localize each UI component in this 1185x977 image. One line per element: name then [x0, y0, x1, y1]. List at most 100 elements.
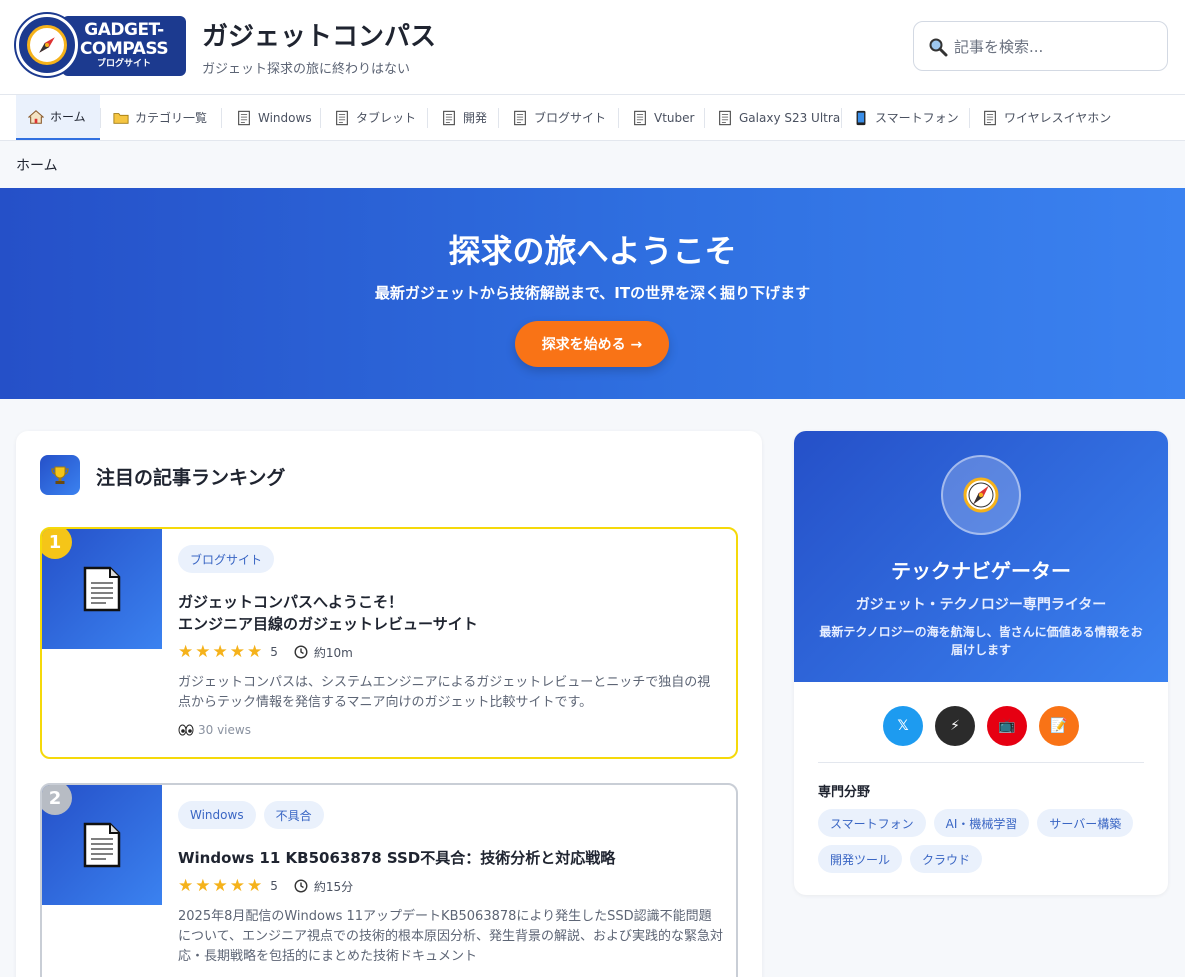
nav-item-windows[interactable]: Windows: [236, 95, 312, 140]
ranking-title: 注目の記事ランキング: [96, 467, 286, 489]
social-glyph: ⚡: [950, 718, 960, 734]
nav-item-wireless-earphones[interactable]: ワイヤレスイヤホン: [982, 95, 1111, 140]
view-count: 30 views: [178, 723, 723, 737]
rating-value: 5: [270, 879, 278, 893]
ranking-section: 注目の記事ランキング 1 ブログサイト ガジェットコンパスへようこそ！ エンジニ…: [16, 431, 762, 977]
expertise-tag[interactable]: サーバー構築: [1037, 809, 1134, 837]
nav-label: Vtuber: [654, 110, 695, 125]
search-box[interactable]: [913, 21, 1168, 71]
phone-icon: [856, 110, 866, 125]
article-tag[interactable]: ブログサイト: [178, 545, 275, 573]
nav-label: タブレット: [356, 111, 417, 125]
author-description: 最新テクノロジーの海を航海し、皆さんに価値ある情報をお届けします: [819, 625, 1143, 657]
nav-label: ワイヤレスイヤホン: [1004, 111, 1112, 125]
nav-item-smartphone[interactable]: スマートフォン: [853, 95, 959, 140]
avatar: [941, 455, 1021, 535]
star-rating: ★★★★★: [178, 876, 265, 896]
site-logo[interactable]: GADGET- COMPASS ブログサイト: [16, 14, 186, 76]
compass-icon: [16, 14, 78, 76]
article-title-line2: エンジニア目線のガジェットレビューサイト: [178, 615, 478, 633]
hero-title: 探求の旅へようこそ: [448, 232, 737, 270]
compass-icon: [963, 477, 999, 513]
house-icon: [28, 109, 44, 124]
nav-item-home[interactable]: ホーム: [16, 95, 100, 140]
breadcrumb[interactable]: ホーム: [16, 155, 58, 175]
social-glyph: 📺: [998, 718, 1016, 734]
document-icon: [984, 110, 996, 125]
logo-badge: GADGET- COMPASS ブログサイト: [62, 16, 186, 76]
social-links: 𝕏 ⚡ 📺 📝: [794, 706, 1168, 746]
document-icon: [634, 110, 646, 125]
nav-item-tablet[interactable]: タブレット: [334, 95, 416, 140]
expertise-tag[interactable]: スマートフォン: [818, 809, 926, 837]
nav-label: カテゴリ一覧: [135, 111, 208, 125]
read-time: 約10m: [313, 645, 353, 660]
logo-text-line2: COMPASS: [79, 39, 169, 59]
nav-label: ホーム: [50, 110, 86, 124]
blog-icon[interactable]: 📝: [1039, 706, 1079, 746]
nav-item-blog-site[interactable]: ブログサイト: [512, 95, 606, 140]
article-title[interactable]: ガジェットコンパスへようこそ！ エンジニア目線のガジェットレビューサイト: [178, 591, 723, 635]
hero-banner: 探求の旅へようこそ 最新ガジェットから技術解説まで、ITの世界を深く掘り下げます…: [0, 188, 1185, 399]
nav-item-vtuber[interactable]: Vtuber: [632, 95, 694, 140]
nav-label: ブログサイト: [534, 111, 607, 125]
search-icon: [929, 38, 948, 57]
logo-text-line1: GADGET-: [84, 20, 164, 40]
nav-label: Galaxy S23 Ultra: [739, 110, 841, 125]
document-icon: [83, 822, 121, 868]
nav-label: スマートフォン: [875, 111, 959, 125]
star-rating: ★★★★★: [178, 642, 265, 662]
ranking-article-2[interactable]: 2 Windows 不具合 Windows 11 KB5063878 SSD不具…: [40, 783, 738, 977]
start-exploring-button[interactable]: 探求を始める →: [515, 321, 669, 367]
document-icon: [443, 110, 455, 125]
folder-icon: [113, 112, 129, 124]
search-input[interactable]: [954, 34, 1154, 60]
site-header: GADGET- COMPASS ブログサイト ガジェットコンパス ガジェット探求…: [0, 0, 1185, 95]
clock-icon: [294, 879, 308, 893]
nav-label: Windows: [258, 110, 312, 125]
article-title-line1: ガジェットコンパスへようこそ！: [178, 593, 404, 611]
nav-item-galaxy-s23-ultra[interactable]: Galaxy S23 Ultra: [717, 95, 840, 140]
article-excerpt: 2025年8月配信のWindows 11アップデートKB5063878により発生…: [178, 909, 723, 964]
document-icon: [83, 566, 121, 612]
lightning-icon[interactable]: ⚡: [935, 706, 975, 746]
trophy-icon: [40, 455, 80, 495]
document-icon: [514, 110, 526, 125]
article-tag[interactable]: 不具合: [263, 801, 324, 829]
author-name: テックナビゲーター: [891, 559, 1071, 583]
author-role: ガジェット・テクノロジー専門ライター: [855, 597, 1107, 613]
article-title-line1: Windows 11 KB5063878 SSD不具合：技術分析と対応戦略: [178, 849, 616, 867]
author-profile-card: テックナビゲーター ガジェット・テクノロジー専門ライター 最新テクノロジーの海を…: [794, 431, 1168, 895]
expertise-tag[interactable]: クラウド: [910, 845, 983, 873]
site-title[interactable]: ガジェットコンパス: [202, 16, 436, 53]
expertise-tag[interactable]: 開発ツール: [818, 845, 903, 873]
divider: [818, 762, 1144, 763]
views-label: 30 views: [198, 723, 251, 737]
article-excerpt: ガジェットコンパスは、システムエンジニアによるガジェットレビューとニッチで独自の…: [178, 675, 711, 710]
clock-icon: [294, 645, 308, 659]
category-nav: ホーム カテゴリ一覧 Windows タブレット 開発 ブログサイト Vtube…: [0, 95, 1185, 141]
tv-icon[interactable]: 📺: [987, 706, 1027, 746]
social-glyph: 𝕏: [897, 718, 909, 734]
article-title[interactable]: Windows 11 KB5063878 SSD不具合：技術分析と対応戦略: [178, 847, 723, 869]
expertise-tags: スマートフォン AI・機械学習 サーバー構築 開発ツール クラウド: [818, 809, 1148, 873]
ranking-article-1[interactable]: 1 ブログサイト ガジェットコンパスへようこそ！ エンジニア目線のガジェットレビ…: [40, 527, 738, 759]
read-time: 約15分: [313, 879, 354, 894]
article-tag[interactable]: Windows: [178, 801, 256, 829]
profile-header: テックナビゲーター ガジェット・テクノロジー専門ライター 最新テクノロジーの海を…: [794, 431, 1168, 682]
logo-text-line3: ブログサイト: [96, 59, 151, 69]
hero-subtitle: 最新ガジェットから技術解説まで、ITの世界を深く掘り下げます: [374, 284, 811, 302]
expertise-tag[interactable]: AI・機械学習: [933, 809, 1030, 837]
rating-value: 5: [270, 645, 278, 659]
expertise-title: 専門分野: [818, 785, 871, 800]
nav-label: 開発: [463, 111, 488, 125]
nav-item-development[interactable]: 開発: [441, 95, 487, 140]
document-icon: [238, 110, 250, 125]
x-icon[interactable]: 𝕏: [883, 706, 923, 746]
document-icon: [719, 110, 731, 125]
nav-item-category-list[interactable]: カテゴリ一覧: [113, 95, 207, 140]
eyes-icon: [178, 724, 194, 736]
site-tagline: ガジェット探求の旅に終わりはない: [202, 62, 411, 77]
document-icon: [336, 110, 348, 125]
social-glyph: 📝: [1050, 718, 1068, 734]
